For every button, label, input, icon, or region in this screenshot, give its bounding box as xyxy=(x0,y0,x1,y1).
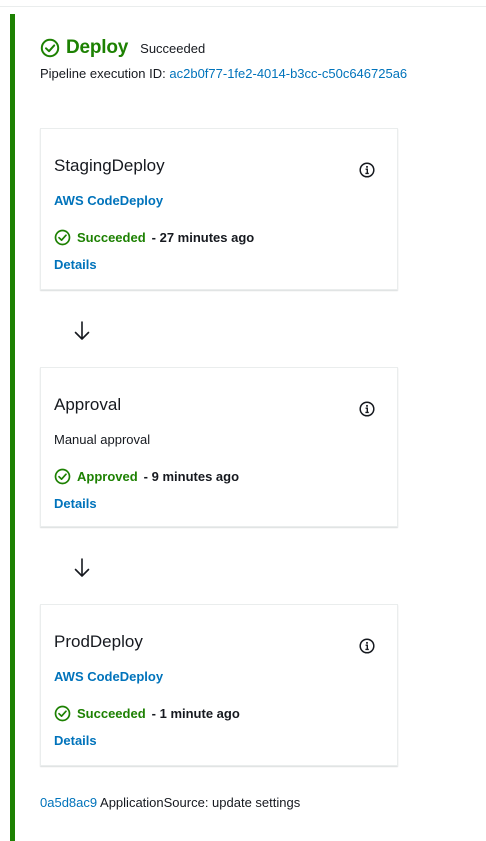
action-card-approval: Approval Manual approval Approved - 9 mi… xyxy=(40,367,398,527)
source-revision-row: 0a5d8ac9 ApplicationSource: update setti… xyxy=(40,795,300,810)
action-status-time: - 1 minute ago xyxy=(151,706,240,721)
action-status-text: Approved xyxy=(77,469,138,484)
action-status-text: Succeeded xyxy=(77,706,146,721)
stage-status-text: Succeeded xyxy=(140,40,206,56)
action-provider-link[interactable]: AWS CodeDeploy xyxy=(54,193,163,208)
stage-status-bar xyxy=(10,14,15,841)
check-circle-icon xyxy=(40,38,60,58)
action-provider-text: Manual approval xyxy=(54,432,151,447)
stage-header: Deploy Succeeded xyxy=(40,36,205,60)
check-circle-icon xyxy=(54,705,71,722)
commit-id-link[interactable]: 0a5d8ac9 xyxy=(40,795,97,810)
action-status-time: - 27 minutes ago xyxy=(151,230,255,245)
top-divider xyxy=(0,6,486,7)
action-details-link[interactable]: Details xyxy=(54,257,97,272)
arrow-down-icon xyxy=(74,321,90,340)
execution-id-link[interactable]: ac2b0f77-1fe2-4014-b3cc-c50c646725a6 xyxy=(169,66,407,81)
action-details-link[interactable]: Details xyxy=(54,496,97,511)
action-name: Approval xyxy=(54,395,122,414)
action-card-staging-deploy: StagingDeploy AWS CodeDeploy Succeeded -… xyxy=(40,128,398,290)
action-name: ProdDeploy xyxy=(54,632,143,651)
check-circle-icon xyxy=(54,229,71,246)
pipeline-stage-view: Deploy Succeeded Pipeline execution ID: … xyxy=(0,0,486,841)
arrow-down-icon xyxy=(74,558,90,577)
stage-title: Deploy xyxy=(66,37,129,58)
action-card-prod-deploy: ProdDeploy AWS CodeDeploy Succeeded - 1 … xyxy=(40,604,398,766)
check-circle-icon xyxy=(54,468,71,485)
execution-id-row: Pipeline execution ID: ac2b0f77-1fe2-401… xyxy=(40,66,407,81)
action-provider-link[interactable]: AWS CodeDeploy xyxy=(54,669,163,684)
action-status-row: Succeeded - 1 minute ago xyxy=(54,705,240,722)
action-details-link[interactable]: Details xyxy=(54,733,97,748)
info-icon[interactable] xyxy=(359,162,375,178)
info-icon[interactable] xyxy=(359,638,375,654)
action-name: StagingDeploy xyxy=(54,156,165,175)
action-status-row: Approved - 9 minutes ago xyxy=(54,468,239,485)
commit-message: ApplicationSource: update settings xyxy=(100,795,301,810)
action-status-time: - 9 minutes ago xyxy=(143,469,240,484)
action-status-row: Succeeded - 27 minutes ago xyxy=(54,229,254,246)
info-icon[interactable] xyxy=(359,401,375,417)
execution-id-label: Pipeline execution ID: xyxy=(40,66,166,81)
action-status-text: Succeeded xyxy=(77,230,146,245)
